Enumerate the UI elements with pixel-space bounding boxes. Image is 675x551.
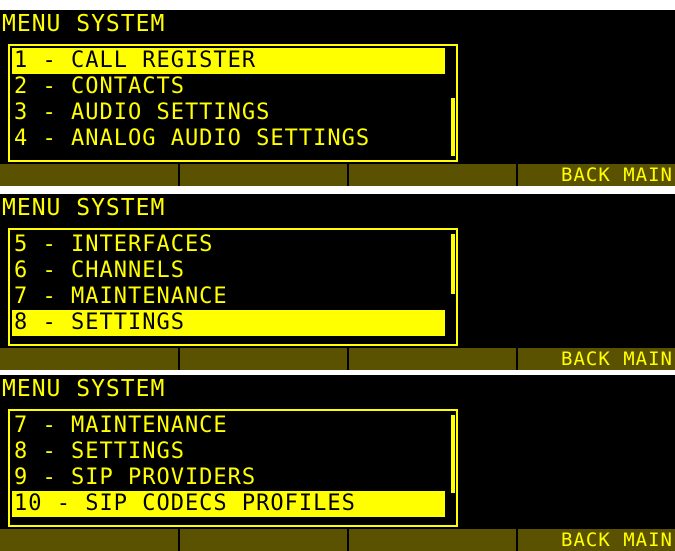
scrollbar[interactable]	[451, 234, 455, 294]
softkey-3[interactable]	[349, 348, 516, 370]
softkey-3[interactable]	[349, 164, 516, 186]
menu-item[interactable]: 7 - MAINTENANCE	[12, 284, 445, 310]
back-main-softkey[interactable]: BACK MAIN	[518, 348, 675, 370]
menu-item[interactable]: 8 - SETTINGS	[12, 310, 445, 336]
menu-screen-2: MENU SYSTEM 5 - INTERFACES 6 - CHANNELS …	[0, 194, 675, 370]
menu-item[interactable]: 8 - SETTINGS	[12, 439, 445, 465]
softkey-2[interactable]	[180, 348, 347, 370]
screen-title: MENU SYSTEM	[2, 11, 166, 37]
menu-item[interactable]: 4 - ANALOG AUDIO SETTINGS	[12, 126, 445, 152]
menu-item[interactable]: 1 - CALL REGISTER	[12, 48, 445, 74]
softkey-1[interactable]	[0, 348, 178, 370]
softkey-2[interactable]	[180, 164, 347, 186]
screen-title: MENU SYSTEM	[2, 376, 166, 402]
menu-list: 1 - CALL REGISTER 2 - CONTACTS 3 - AUDIO…	[8, 44, 458, 162]
menu-item[interactable]: 9 - SIP PROVIDERS	[12, 465, 445, 491]
menu-item[interactable]: 2 - CONTACTS	[12, 74, 445, 100]
scrollbar[interactable]	[451, 98, 455, 156]
softkey-3[interactable]	[349, 529, 516, 551]
menu-item[interactable]: 7 - MAINTENANCE	[12, 413, 445, 439]
menu-item[interactable]: 5 - INTERFACES	[12, 232, 445, 258]
scrollbar[interactable]	[451, 415, 455, 493]
menu-list: 7 - MAINTENANCE 8 - SETTINGS 9 - SIP PRO…	[8, 409, 458, 527]
menu-item[interactable]: 3 - AUDIO SETTINGS	[12, 100, 445, 126]
menu-screen-3: MENU SYSTEM 7 - MAINTENANCE 8 - SETTINGS…	[0, 375, 675, 551]
softkey-2[interactable]	[180, 529, 347, 551]
back-main-softkey[interactable]: BACK MAIN	[518, 529, 675, 551]
back-main-softkey[interactable]: BACK MAIN	[518, 164, 675, 186]
menu-list: 5 - INTERFACES 6 - CHANNELS 7 - MAINTENA…	[8, 228, 458, 346]
softkey-bar: BACK MAIN	[0, 164, 675, 186]
menu-item[interactable]: 10 - SIP CODECS PROFILES	[12, 491, 445, 517]
softkey-bar: BACK MAIN	[0, 529, 675, 551]
menu-screen-1: MENU SYSTEM 1 - CALL REGISTER 2 - CONTAC…	[0, 10, 675, 186]
softkey-1[interactable]	[0, 529, 178, 551]
softkey-1[interactable]	[0, 164, 178, 186]
softkey-bar: BACK MAIN	[0, 348, 675, 370]
screen-title: MENU SYSTEM	[2, 195, 166, 221]
menu-item[interactable]: 6 - CHANNELS	[12, 258, 445, 284]
